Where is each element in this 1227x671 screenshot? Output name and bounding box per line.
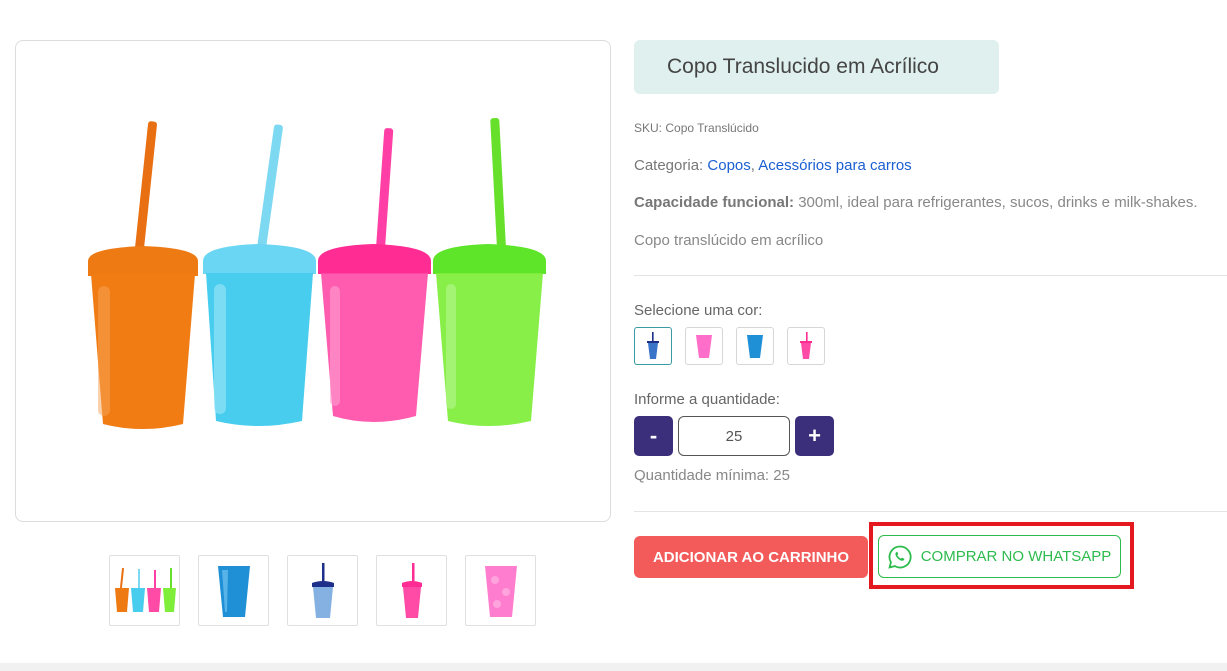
color-option-pink-straw[interactable] <box>787 327 825 365</box>
product-main-image[interactable] <box>15 40 611 522</box>
navy-cup-icon <box>311 562 334 618</box>
category-link-copos[interactable]: Copos <box>707 157 750 174</box>
quantity-stepper: - + <box>634 416 834 456</box>
four-cups-icon <box>114 567 176 612</box>
pink-cup-straw-icon <box>800 332 812 359</box>
footer-strip <box>0 663 1227 671</box>
color-picker <box>634 327 825 365</box>
sku-value: Copo Translúcido <box>665 121 759 135</box>
thumbnail-gallery <box>109 555 536 626</box>
thumbnail-four-cups[interactable] <box>109 555 180 626</box>
product-title-box: Copo Translucido em Acrílico <box>634 40 999 94</box>
product-description: Copo translúcido em acrílico <box>634 232 824 249</box>
color-option-navy[interactable] <box>634 327 672 365</box>
product-category: Categoria: Copos, Acessórios para carros <box>634 157 912 174</box>
color-option-blue[interactable] <box>736 327 774 365</box>
quantity-increase-button[interactable]: + <box>795 416 834 456</box>
thumbnail-navy-cup[interactable] <box>287 555 358 626</box>
divider <box>634 275 1227 276</box>
buy-on-whatsapp-button[interactable]: COMPRAR NO WHATSAPP <box>878 535 1121 578</box>
color-option-pink[interactable] <box>685 327 723 365</box>
pink-cup-icon <box>696 335 712 358</box>
pink-cup-icon <box>484 565 517 617</box>
blue-cup-icon <box>217 565 250 617</box>
color-picker-label: Selecione uma cor: <box>634 302 763 319</box>
product-title: Copo Translucido em Acrílico <box>667 55 939 78</box>
thumbnail-pink-cup[interactable] <box>465 555 536 626</box>
thumbnail-pink-cup-straw[interactable] <box>376 555 447 626</box>
product-capacity: Capacidade funcional: 300ml, ideal para … <box>634 194 1198 211</box>
blue-cup-icon <box>747 335 763 358</box>
thumbnail-blue-cup[interactable] <box>198 555 269 626</box>
whatsapp-button-label: COMPRAR NO WHATSAPP <box>920 548 1112 565</box>
capacity-value: 300ml, ideal para refrigerantes, sucos, … <box>798 194 1198 211</box>
category-link-acessorios[interactable]: Acessórios para carros <box>758 157 911 174</box>
quantity-decrease-button[interactable]: - <box>634 416 673 456</box>
capacity-label: Capacidade funcional: <box>634 194 795 211</box>
pink-cup-straw-icon <box>401 562 422 618</box>
category-label: Categoria: <box>634 157 704 174</box>
divider <box>634 511 1227 512</box>
whatsapp-icon <box>888 545 912 569</box>
product-sku: SKU: Copo Translúcido <box>634 121 759 135</box>
cups-illustration <box>88 117 546 429</box>
quantity-label: Informe a quantidade: <box>634 391 780 408</box>
navy-cup-icon <box>647 332 659 359</box>
quantity-input[interactable] <box>678 416 790 456</box>
category-separator: , <box>750 157 755 174</box>
sku-label: SKU: <box>634 121 663 135</box>
minimum-quantity-text: Quantidade mínima: 25 <box>634 467 790 484</box>
add-to-cart-button[interactable]: ADICIONAR AO CARRINHO <box>634 536 868 578</box>
